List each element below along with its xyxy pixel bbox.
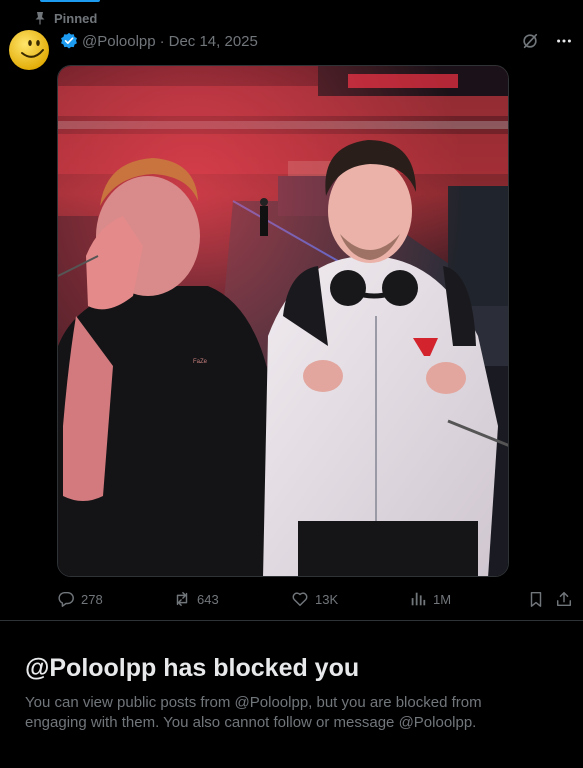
pinned-label: Pinned [54, 10, 98, 26]
meta-separator: · [159, 32, 165, 50]
repost-action[interactable]: 643 [173, 589, 219, 609]
arena-photo-illustration: FaZe [58, 66, 508, 576]
reply-icon [58, 591, 74, 607]
verified-badge-icon [61, 32, 77, 49]
avatar[interactable] [9, 30, 49, 70]
analytics-icon [411, 592, 426, 606]
svg-text:FaZe: FaZe [193, 359, 208, 365]
repost-count: 643 [197, 591, 219, 607]
post-media-photo[interactable]: FaZe [57, 65, 509, 577]
grok-icon[interactable] [521, 32, 539, 50]
reply-count: 278 [81, 591, 103, 607]
active-tab-indicator [40, 0, 100, 2]
views-action[interactable]: 1M [409, 589, 451, 609]
blocked-description: You can view public posts from @Poloolpp… [25, 694, 482, 731]
smiley-avatar-image [9, 30, 49, 70]
share-action[interactable] [555, 589, 573, 609]
bookmark-icon [530, 591, 542, 607]
pinned-indicator: Pinned [34, 10, 97, 26]
post-header: @Poloolpp · Dec 14, 2025 [60, 31, 573, 51]
author-handle[interactable]: @Poloolpp [82, 33, 156, 50]
like-count: 13K [315, 591, 339, 607]
pin-icon [34, 11, 46, 25]
reply-action[interactable]: 278 [57, 589, 103, 609]
section-divider [0, 620, 583, 621]
more-icon[interactable] [555, 32, 573, 50]
like-action[interactable]: 13K [291, 589, 338, 609]
repost-icon [176, 591, 188, 607]
blocked-title: @Poloolpp has blocked you [25, 654, 360, 682]
post-action-bar: 278 643 13K 1M [57, 589, 577, 609]
heart-icon [292, 592, 308, 607]
bookmark-action[interactable] [527, 589, 545, 609]
view-count: 1M [433, 591, 452, 607]
post-date[interactable]: Dec 14, 2025 [169, 33, 258, 50]
share-icon [556, 591, 572, 607]
